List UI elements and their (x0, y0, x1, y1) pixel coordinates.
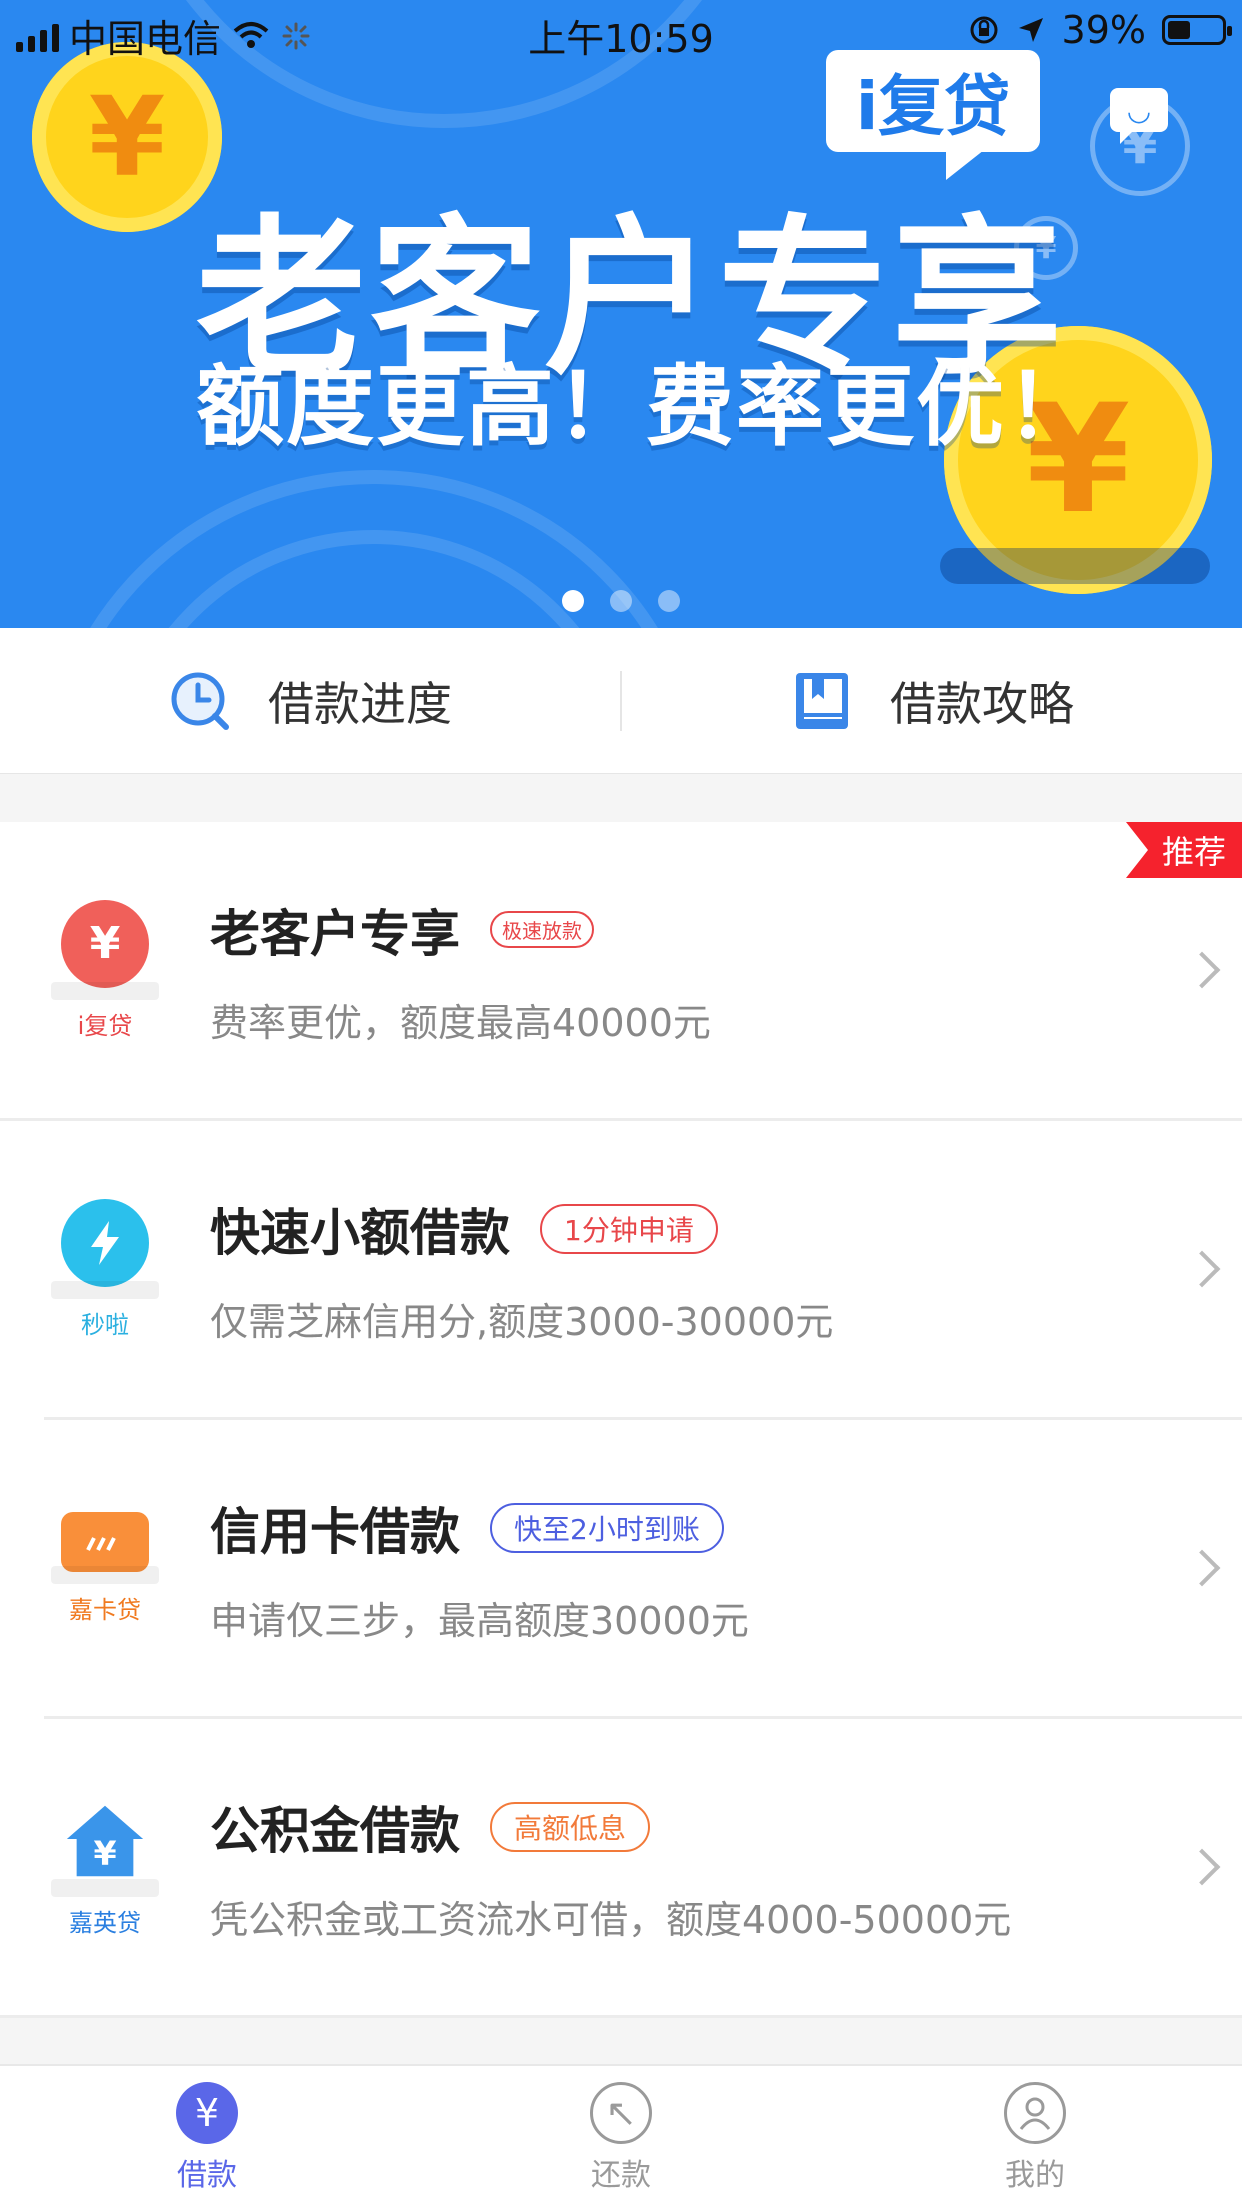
message-icon[interactable]: ◡ (1110, 88, 1168, 144)
product-description: 凭公积金或工资流水可借，额度4000-50000元 (210, 1897, 1012, 1942)
bottom-tab-bar: ¥ 借款 ↖ 还款 我的 (0, 2064, 1242, 2210)
product-brand: 嘉卡贷 (69, 1595, 141, 1624)
product-tag: 1分钟申请 (540, 1203, 718, 1254)
product-brand: 秒啦 (81, 1310, 129, 1339)
pagination-dot[interactable] (562, 590, 584, 612)
banner-brand-bubble: i复贷 (826, 50, 1040, 180)
banner-pagination (0, 590, 1242, 612)
product-tag: 高额低息 (490, 1801, 651, 1852)
user-icon (1004, 2082, 1066, 2144)
clock-icon (171, 672, 229, 730)
tab-label: 我的 (1005, 2158, 1065, 2193)
product-brand: 嘉英贷 (69, 1908, 141, 1937)
rotation-lock-icon (970, 16, 998, 44)
product-tag: 快至2小时到账 (490, 1502, 724, 1553)
chevron-right-icon (1162, 1250, 1242, 1288)
credit-card-icon (51, 1511, 159, 1584)
chevron-right-icon (1162, 1848, 1242, 1886)
pagination-dot[interactable] (658, 590, 680, 612)
yuan-refresh-icon: ¥ (51, 899, 159, 1000)
loan-card-quick-small[interactable]: 秒啦 快速小额借款 1分钟申请 仅需芝麻信用分,额度3000-30000元 (0, 1121, 1242, 1417)
tab-repay[interactable]: ↖ 还款 (414, 2066, 828, 2210)
loan-guide-link[interactable]: 借款攻略 (622, 628, 1242, 773)
lightning-icon (51, 1198, 159, 1299)
status-bar: 中国电信 上午10:59 39% (0, 0, 1242, 62)
product-title: 公积金借款 (210, 1801, 460, 1860)
quick-link-label: 借款攻略 (890, 676, 1074, 731)
recommend-ribbon: 推荐 (1125, 822, 1242, 878)
tab-label: 还款 (591, 2158, 651, 2193)
product-description: 申请仅三步，最高额度30000元 (210, 1598, 749, 1643)
tab-borrow[interactable]: ¥ 借款 (0, 2066, 414, 2210)
house-icon: ¥ (51, 1797, 159, 1897)
loan-progress-link[interactable]: 借款进度 (0, 628, 620, 773)
product-description: 费率更优，额度最高40000元 (210, 1000, 711, 1045)
chevron-right-icon (1162, 1549, 1242, 1587)
tab-label: 借款 (177, 2158, 237, 2193)
loan-product-list: 推荐 ¥ i复贷 老客户专享 极速放款 费率更优，额度最高40000元 秒啦 快… (0, 822, 1242, 2018)
loan-card-credit-card[interactable]: 嘉卡贷 信用卡借款 快至2小时到账 申请仅三步，最高额度30000元 (0, 1420, 1242, 1716)
quick-link-label: 借款进度 (268, 676, 452, 731)
product-title: 快速小额借款 (210, 1203, 510, 1262)
battery-percent: 39% (1061, 8, 1146, 52)
return-icon: ↖ (590, 2082, 652, 2144)
book-icon (796, 672, 848, 729)
divider (0, 2015, 1242, 2018)
coin-shadow (940, 548, 1210, 584)
product-title: 信用卡借款 (210, 1502, 460, 1561)
promo-banner[interactable]: ¥ ¥ ¥ ¥ i复贷 ◡ 老客户专享 额度更高！费率更优！ (0, 0, 1242, 628)
svg-text:¥: ¥ (93, 1833, 116, 1872)
loan-card-old-customer[interactable]: 推荐 ¥ i复贷 老客户专享 极速放款 费率更优，额度最高40000元 (0, 822, 1242, 1118)
coin-icon: ¥ (32, 42, 222, 232)
loan-card-housing-fund[interactable]: ¥ 嘉英贷 公积金借款 高额低息 凭公积金或工资流水可借，额度4000-5000… (0, 1719, 1242, 2015)
product-description: 仅需芝麻信用分,额度3000-30000元 (210, 1299, 834, 1344)
product-title: 老客户专享 (210, 904, 460, 963)
product-brand: i复贷 (77, 1011, 133, 1040)
yuan-icon: ¥ (176, 2082, 238, 2144)
location-arrow-icon (1018, 18, 1043, 42)
chevron-right-icon (1162, 951, 1242, 989)
product-tag: 极速放款 (490, 911, 594, 948)
tab-mine[interactable]: 我的 (828, 2066, 1242, 2210)
banner-subtitle: 额度更高！费率更优！ (196, 355, 1097, 458)
battery-icon (1162, 15, 1232, 45)
pagination-dot[interactable] (610, 590, 632, 612)
quick-links: 借款进度 借款攻略 (0, 628, 1242, 774)
